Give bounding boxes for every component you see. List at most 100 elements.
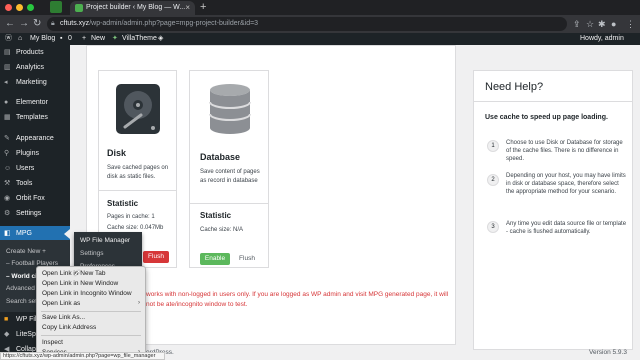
wordpress-logo-icon[interactable]: ⓦ xyxy=(5,33,12,45)
favicon-icon xyxy=(75,4,83,12)
disk-title: Disk xyxy=(107,148,127,158)
ctx-open-link-as[interactable]: Open Link as xyxy=(42,299,80,308)
appearance-icon: ✎ xyxy=(4,135,10,142)
sidebar-item-settings[interactable]: ⚙ Settings xyxy=(0,206,70,221)
mpg-flyout: WP File Manager Settings Preferences xyxy=(74,232,142,270)
villatheme-menu[interactable]: VillaTheme xyxy=(122,33,157,45)
footer-version: Version 5.9.3 xyxy=(589,349,627,356)
ctx-copy-link-address[interactable]: Copy Link Address xyxy=(42,323,96,332)
sidebar-item-label: Orbit Fox xyxy=(16,195,45,202)
wp-admin-bar: ⓦ ⌂ My Blog ▪ 0 + New ✦ VillaTheme ◈ How… xyxy=(0,33,640,45)
extensions-icon[interactable]: ✱ xyxy=(598,17,606,31)
ctx-open-incognito[interactable]: Open Link in Incognito Window xyxy=(42,289,132,298)
sidebar-item-label: MPG xyxy=(16,230,32,237)
address-bar[interactable]: 🔒︎ cftuts.xyz/wp-admin/admin.php?page=mp… xyxy=(47,17,567,31)
back-icon[interactable]: ← xyxy=(5,16,15,32)
sidebar-item-label: Users xyxy=(16,165,35,172)
comments-count[interactable]: 0 xyxy=(68,33,72,45)
submenu-create-new[interactable]: Create New + xyxy=(6,248,46,255)
help-subtitle: Use cache to speed up page loading. xyxy=(485,114,608,121)
minimize-window-button[interactable] xyxy=(16,4,23,11)
sidebar-item-label: Products xyxy=(16,49,44,56)
database-card: Database Save content of pages as record… xyxy=(189,70,269,268)
products-icon: ▤ xyxy=(4,49,11,56)
sidebar-item-elementor[interactable]: ● Elementor xyxy=(0,95,70,110)
database-enable-button[interactable]: Enable xyxy=(200,253,230,265)
new-tab-button[interactable]: + xyxy=(200,1,206,14)
ctx-separator xyxy=(41,311,141,312)
elementor-icon: ● xyxy=(4,99,9,106)
plugins-icon: ⚲ xyxy=(4,150,10,157)
database-cache-size: Cache size: N/A xyxy=(200,227,244,233)
users-icon: ☺ xyxy=(4,165,12,172)
submenu-advanced[interactable]: Advanced c xyxy=(6,285,40,292)
ctx-save-link-as[interactable]: Save Link As... xyxy=(42,313,85,322)
new-menu[interactable]: New xyxy=(91,33,105,45)
help-box: Need Help? Use cache to speed up page lo… xyxy=(473,70,633,350)
step-text: Depending on your host, you may have lim… xyxy=(506,173,626,195)
sidebar-item-label: Tools xyxy=(16,180,33,187)
ctx-open-new-window[interactable]: Open Link in New Window xyxy=(42,279,118,288)
forward-icon[interactable]: → xyxy=(19,16,29,32)
menu-icon[interactable]: ⋮ xyxy=(626,17,635,31)
zoom-window-button[interactable] xyxy=(27,4,34,11)
pinned-tab-icon[interactable] xyxy=(50,1,62,13)
leaf-icon: ✦ xyxy=(112,35,118,42)
database-flush-button[interactable]: Flush xyxy=(234,253,260,265)
howdy-user[interactable]: Howdy, admin xyxy=(580,33,624,45)
step-text: Any time you edit data source file or te… xyxy=(506,221,627,235)
submenu-world-cities[interactable]: – World ci xyxy=(6,273,37,280)
sidebar-item-templates[interactable]: ▦ Templates xyxy=(0,110,70,125)
flyout-settings[interactable]: Settings xyxy=(80,250,104,257)
folder-icon: ■ xyxy=(4,316,9,323)
sidebar-item-marketing[interactable]: ◂ Marketing xyxy=(0,75,70,90)
sidebar-item-label: WP Fil xyxy=(16,316,37,323)
sidebar-item-label: Analytics xyxy=(16,64,45,71)
bookmark-star-icon[interactable]: ☆ xyxy=(586,17,594,31)
site-name[interactable]: My Blog xyxy=(30,33,55,45)
disk-flush-button[interactable]: Flush xyxy=(143,251,169,263)
context-menu: Open Link in New Tab Open Link in New Wi… xyxy=(36,266,146,360)
hard-disk-icon xyxy=(116,84,160,134)
close-window-button[interactable] xyxy=(5,4,12,11)
sidebar-item-orbit-fox[interactable]: ◉ Orbit Fox xyxy=(0,191,70,206)
diamond-icon[interactable]: ◈ xyxy=(158,33,163,45)
database-icon xyxy=(209,84,251,134)
flyout-wp-file-manager[interactable]: WP File Manager xyxy=(80,237,130,244)
disk-description: Save cached pages on disk as static file… xyxy=(107,165,169,180)
cache-note: works with non-logged in users only. If … xyxy=(146,291,449,308)
sidebar-item-mpg[interactable]: ◧ MPG xyxy=(0,226,70,241)
sidebar-item-label: Appearance xyxy=(16,135,54,142)
litespeed-icon: ◆ xyxy=(4,331,10,338)
sidebar-item-label: Templates xyxy=(16,114,48,121)
sidebar-item-label: LiteSp xyxy=(16,331,36,338)
sidebar-item-analytics[interactable]: ▥ Analytics xyxy=(0,60,70,75)
help-divider xyxy=(474,101,632,102)
sidebar-item-users[interactable]: ☺ Users xyxy=(0,161,70,176)
profile-icon[interactable]: ● xyxy=(611,17,616,31)
sidebar-item-tools[interactable]: ⚒ Tools xyxy=(0,176,70,191)
ctx-inspect[interactable]: Inspect xyxy=(42,338,63,347)
sidebar-item-label: Marketing xyxy=(16,79,47,86)
database-description: Save content of pages as record in datab… xyxy=(200,169,260,184)
sidebar-item-products[interactable]: ▤ Products xyxy=(0,45,70,60)
step-number: 1 xyxy=(487,140,499,152)
settings-icon: ⚙ xyxy=(4,210,11,217)
comments-icon[interactable]: ▪ xyxy=(60,33,62,45)
disk-pages-in-cache: Pages in cache: 1 xyxy=(107,214,155,220)
orbit-fox-icon: ◉ xyxy=(4,195,11,202)
close-tab-icon[interactable]: × xyxy=(185,1,190,15)
reload-icon[interactable]: ↻ xyxy=(33,16,41,32)
help-title: Need Help? xyxy=(485,81,544,93)
tab-title: Project builder ‹ My Blog — W... xyxy=(86,4,186,11)
marketing-icon: ◂ xyxy=(4,79,8,86)
sidebar-item-plugins[interactable]: ⚲ Plugins xyxy=(0,146,70,161)
tab-project-builder[interactable]: Project builder ‹ My Blog — W... × xyxy=(70,1,195,15)
sidebar-item-label: Plugins xyxy=(16,150,39,157)
analytics-icon: ▥ xyxy=(4,64,11,71)
submenu-search-settings[interactable]: Search sett xyxy=(6,298,39,305)
share-icon[interactable]: ⇪ xyxy=(573,17,581,31)
templates-icon: ▦ xyxy=(4,114,11,121)
sidebar-item-appearance[interactable]: ✎ Appearance xyxy=(0,131,70,146)
sidebar-item-label: Elementor xyxy=(16,99,48,106)
